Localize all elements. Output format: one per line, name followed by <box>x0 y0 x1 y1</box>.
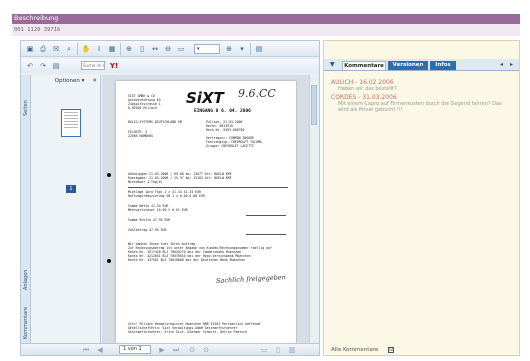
header-title: Beschreibung <box>14 14 59 22</box>
document-viewer: ▣ ⎙ ✉ ⌕ ✋ I ▦ ⊕ ▯ ↔ ⊖ ▭ ▾ ⊕ ▾ ▤ ↶ ↷ ▤ Su… <box>20 40 320 356</box>
page-options-icon[interactable]: ▤ <box>254 44 264 54</box>
thumbnail-page-number: 1 <box>66 185 76 193</box>
punch-hole <box>107 259 111 263</box>
divider <box>128 187 288 188</box>
recipient-line-1: BULIG-SYSTEMS DEUTSCHLAND GM <box>128 120 182 124</box>
document-canvas[interactable]: SIXT GMBH & CO Autovermietung KG Zugspit… <box>102 75 309 343</box>
line-item: Summe Brutto 47.95 EUR <box>128 218 171 222</box>
vertical-scrollbar[interactable] <box>309 75 318 343</box>
fit-width-icon[interactable]: ↔ <box>150 44 160 54</box>
sender-line-4: D-82049 Pullach <box>128 106 157 110</box>
meta-line: Gruppe: CHEVROLET LACETTI <box>206 144 254 148</box>
footer-line: Geschaeftsfuehrer: Erich Sixt, Dietmar S… <box>128 330 247 334</box>
sidebar-tabs: Seiten Anlagen Kommentare <box>21 75 31 343</box>
line-item: Mietdauer 1 Tag(e) <box>128 180 163 184</box>
review-icon[interactable]: ▤ <box>51 61 61 71</box>
line-item: Mehrwertsteuer 16.00 % 6.61 EUR <box>128 208 188 212</box>
secondary-toolbar: ↶ ↷ ▤ Suche im Web Y! <box>21 59 319 73</box>
received-stamp: EINGANG 0 6. 04. 2006 <box>194 109 251 114</box>
email-icon[interactable]: ✉ <box>51 44 61 54</box>
first-page-icon[interactable]: ⏮ <box>81 345 91 355</box>
zoom-out-icon[interactable]: ⊖ <box>163 44 173 54</box>
approval-signature: Sachlich freigegeben <box>215 273 287 285</box>
prev-tab-icon[interactable]: ◂ <box>500 61 503 68</box>
zoom-field[interactable]: ▾ <box>194 44 220 54</box>
prev-page-icon[interactable]: ◀ <box>95 345 105 355</box>
thumbnail-pane: Optionen ▾ ✕ 1 <box>31 75 101 343</box>
zoom-dropdown-icon[interactable]: ▾ <box>237 44 247 54</box>
back-icon[interactable]: ↶ <box>25 61 35 71</box>
tab-comments[interactable]: Kommentare <box>21 303 31 343</box>
line-item: Haftungsreduzierung SB 1 x 0.00 0.00 EUR <box>128 194 205 198</box>
comment-text: Mit einem Capro auf Firmenkosten durch d… <box>338 101 502 113</box>
toolbar-divider <box>120 43 121 55</box>
divider <box>246 234 286 235</box>
punch-hole <box>107 173 111 177</box>
sixt-logo: SiXT <box>186 89 224 107</box>
tab-comments-panel[interactable]: Kommentare <box>342 61 386 70</box>
comment-text: Haben wir das bestellt? <box>338 86 397 92</box>
recipient-line-3: 22085 HAMBURG <box>128 134 153 138</box>
options-menu[interactable]: Optionen ▾ <box>55 78 85 84</box>
comment-author: CORDES - 31.03.2006 <box>331 94 397 101</box>
collapse-icon[interactable]: ▼ <box>330 61 335 68</box>
page-number-field[interactable]: 1 von 1 <box>119 345 151 354</box>
yahoo-icon[interactable]: Y! <box>109 61 119 71</box>
save-icon[interactable]: ▣ <box>25 44 35 54</box>
snapshot-icon[interactable]: ▦ <box>107 44 117 54</box>
tab-attachments[interactable]: Anlagen <box>21 265 31 295</box>
divider <box>246 215 286 216</box>
handwritten-note: 9.6.CC <box>238 87 276 100</box>
line-item: Zahlbetrag 47.95 EUR <box>128 228 167 232</box>
single-page-icon[interactable]: ▭ <box>259 345 269 355</box>
web-search-input[interactable]: Suche im Web <box>81 61 105 70</box>
tab-versions[interactable]: Versionen <box>388 61 428 70</box>
zoom-slider-icon[interactable]: ▭ <box>176 44 186 54</box>
document-id: 001 1120 39716 <box>12 24 520 36</box>
hand-tool-icon[interactable]: ✋ <box>81 44 91 54</box>
next-tab-icon[interactable]: ▸ <box>510 61 513 68</box>
select-tool-icon[interactable]: I <box>94 44 104 54</box>
print-icon[interactable]: ⎙ <box>38 44 48 54</box>
last-page-icon[interactable]: ⏭ <box>171 345 181 355</box>
tab-pages[interactable]: Seiten <box>21 93 31 123</box>
scrollbar-thumb[interactable] <box>311 85 317 125</box>
viewer-toolbar: ▣ ⎙ ✉ ⌕ ✋ I ▦ ⊕ ▯ ↔ ⊖ ▭ ▾ ⊕ ▾ ▤ <box>21 41 319 57</box>
facing-icon[interactable]: ▥ <box>287 345 297 355</box>
comments-tabs: ▼ Kommentare Versionen Infos ◂ ▸ <box>324 59 519 71</box>
toolbar-divider <box>77 43 78 55</box>
comment-author: AULICH - 16.02.2006 <box>331 79 394 86</box>
continuous-icon[interactable]: ▯ <box>273 345 283 355</box>
invoice-page: SIXT GMBH & CO Autovermietung KG Zugspit… <box>107 81 296 343</box>
all-comments-checkbox[interactable]: ☑ <box>388 347 394 353</box>
next-view-icon[interactable]: ⊙ <box>201 345 211 355</box>
status-bar: ⏮ ◀ 1 von 1 ▶ ⏭ ⊙ ⊙ ▭ ▯ ▥ <box>21 343 319 355</box>
find-icon[interactable]: ⌕ <box>64 44 74 54</box>
note-line: Konto Nr. 437501 BLZ 70010080 bei der De… <box>128 258 246 262</box>
comments-panel: ▼ Kommentare Versionen Infos ◂ ▸ AULICH … <box>323 40 520 356</box>
thumbnail-header: Optionen ▾ ✕ <box>31 75 100 86</box>
meta-line: Rech-Nr. 9495-006706 <box>206 128 245 132</box>
page-thumbnail[interactable] <box>61 109 81 137</box>
all-comments-label: Alle Kommentare <box>331 347 379 353</box>
prev-view-icon[interactable]: ⊙ <box>187 345 197 355</box>
close-icon[interactable]: ✕ <box>92 78 97 84</box>
next-page-icon[interactable]: ▶ <box>157 345 167 355</box>
toolbar-divider <box>250 43 251 55</box>
tab-info[interactable]: Infos <box>430 61 456 70</box>
forward-icon[interactable]: ↷ <box>38 61 48 71</box>
zoom-in-icon[interactable]: ⊕ <box>124 44 134 54</box>
add-zoom-icon[interactable]: ⊕ <box>224 44 234 54</box>
fit-page-icon[interactable]: ▯ <box>137 44 147 54</box>
